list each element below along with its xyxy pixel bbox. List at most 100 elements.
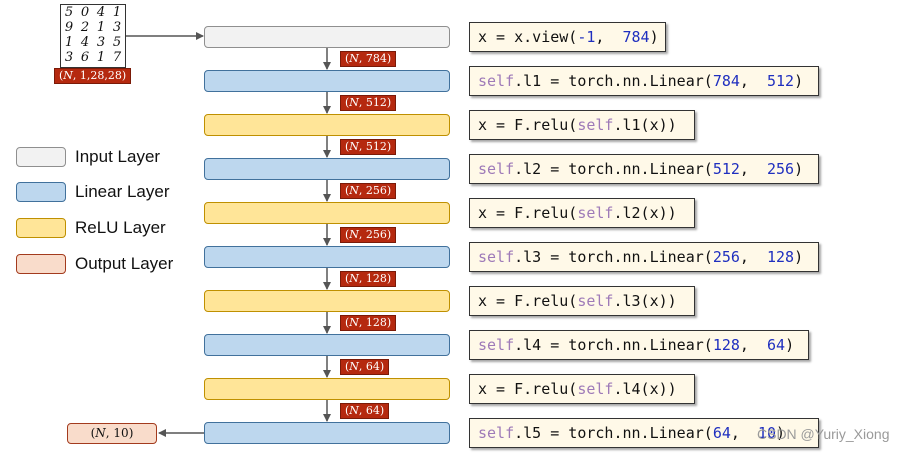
- layer-linear-7: [204, 334, 450, 356]
- code-token: ,: [739, 72, 767, 90]
- legend-swatch-linear: [16, 182, 66, 202]
- code-token: self: [577, 116, 614, 134]
- layer-relu-8: [204, 378, 450, 400]
- legend-swatch-relu: [16, 218, 66, 238]
- code-box-4: x = F.relu(self.l2(x)): [469, 198, 695, 228]
- mnist-sample-image: 5041921314353617: [60, 4, 126, 68]
- output-node: (N, 10): [67, 423, 157, 444]
- code-token: .l5 = torch.nn.Linear(: [514, 424, 713, 442]
- legend-swatch-input: [16, 147, 66, 167]
- code-box-0: x = x.view(-1, 784): [469, 22, 666, 52]
- mnist-digit-row: 3617: [61, 50, 125, 65]
- mnist-digit: 3: [64, 50, 74, 65]
- dim-tag-4: (N, 256): [340, 227, 397, 243]
- mnist-digit-row: 9213: [61, 20, 125, 35]
- mnist-digit: 3: [96, 35, 106, 50]
- layer-linear-5: [204, 246, 450, 268]
- legend-label-linear: Linear Layer: [75, 182, 170, 201]
- code-token: 784: [712, 72, 740, 90]
- dim-tag-n: N: [349, 404, 359, 417]
- dim-tag-value: 512: [365, 96, 387, 109]
- code-token: .l3 = torch.nn.Linear(: [514, 248, 713, 266]
- code-token: self: [577, 292, 614, 310]
- mnist-digit: 4: [96, 5, 106, 20]
- layer-linear-1: [204, 70, 450, 92]
- code-token: ): [794, 248, 804, 266]
- mnist-digit: 1: [64, 35, 74, 50]
- layer-relu-4: [204, 202, 450, 224]
- code-token: 256: [767, 160, 795, 178]
- code-token: self: [577, 380, 614, 398]
- legend-swatch-output: [16, 254, 66, 274]
- mnist-digit: 6: [80, 50, 90, 65]
- layer-relu-2: [204, 114, 450, 136]
- legend-label-output: Output Layer: [75, 254, 174, 273]
- code-token: ,: [739, 336, 767, 354]
- mnist-digit-row: 5041: [61, 5, 125, 20]
- layer-relu-6: [204, 290, 450, 312]
- code-token: x = F.relu(: [478, 292, 578, 310]
- dim-tag-n: N: [349, 140, 359, 153]
- code-token: ,: [595, 28, 623, 46]
- code-token: ): [794, 160, 804, 178]
- dim-tag-n: N: [349, 96, 359, 109]
- mnist-digit: 2: [80, 20, 90, 35]
- dim-tag-2: (N, 512): [340, 139, 397, 155]
- dim-tag-value: 128: [365, 316, 387, 329]
- output-shape-rest: , 10): [105, 426, 134, 440]
- layer-input-0: [204, 26, 450, 48]
- code-token: 128: [712, 336, 740, 354]
- code-token: .l2 = torch.nn.Linear(: [514, 160, 713, 178]
- layer-linear-9: [204, 422, 450, 444]
- code-box-2: x = F.relu(self.l1(x)): [469, 110, 695, 140]
- code-token: .l1 = torch.nn.Linear(: [514, 72, 713, 90]
- code-token: 784: [622, 28, 650, 46]
- input-shape-tag: (N, 1,28,28): [54, 68, 132, 84]
- dim-tag-n: N: [349, 52, 359, 65]
- code-box-8: x = F.relu(self.l4(x)): [469, 374, 695, 404]
- code-token: ): [785, 336, 795, 354]
- dim-tag-value: 784: [365, 52, 387, 65]
- dim-tag-6: (N, 128): [340, 315, 397, 331]
- code-box-5: self.l3 = torch.nn.Linear(256, 128): [469, 242, 819, 272]
- dim-tag-0: (N, 784): [340, 51, 397, 67]
- code-token: 128: [767, 248, 795, 266]
- code-token: x = x.view(: [478, 28, 578, 46]
- code-box-1: self.l1 = torch.nn.Linear(784, 512): [469, 66, 819, 96]
- legend-label-relu: ReLU Layer: [75, 218, 166, 237]
- dim-tag-7: (N, 64): [340, 359, 390, 375]
- layer-linear-3: [204, 158, 450, 180]
- code-token: self: [577, 204, 614, 222]
- code-token: ): [649, 28, 659, 46]
- code-token: self: [478, 72, 515, 90]
- dim-tag-1: (N, 512): [340, 95, 397, 111]
- code-token: ,: [730, 424, 758, 442]
- code-token: x = F.relu(: [478, 380, 578, 398]
- code-token: self: [478, 424, 515, 442]
- dim-tag-n: N: [349, 184, 359, 197]
- input-shape-rest: , 1,28,28): [72, 69, 127, 82]
- code-token: 64: [712, 424, 731, 442]
- mnist-digit: 5: [112, 35, 122, 50]
- mnist-digit-row: 1435: [61, 35, 125, 50]
- code-token: self: [478, 248, 515, 266]
- mnist-digit: 3: [112, 20, 122, 35]
- dim-tag-value: 64: [365, 360, 380, 373]
- code-box-6: x = F.relu(self.l3(x)): [469, 286, 695, 316]
- code-token: x = F.relu(: [478, 204, 578, 222]
- dim-tag-value: 256: [365, 228, 387, 241]
- mnist-digit: 1: [96, 50, 106, 65]
- code-token: self: [478, 336, 515, 354]
- input-shape-n: N: [63, 69, 73, 82]
- code-token: ,: [739, 248, 767, 266]
- dim-tag-n: N: [349, 316, 359, 329]
- code-token: self: [478, 160, 515, 178]
- code-token: .l4 = torch.nn.Linear(: [514, 336, 713, 354]
- dim-tag-3: (N, 256): [340, 183, 397, 199]
- code-token: .l2(x)): [613, 204, 677, 222]
- code-token: ): [794, 72, 804, 90]
- code-token: -1: [577, 28, 596, 46]
- code-token: x = F.relu(: [478, 116, 578, 134]
- legend-label-input: Input Layer: [75, 147, 161, 166]
- code-token: .l3(x)): [613, 292, 677, 310]
